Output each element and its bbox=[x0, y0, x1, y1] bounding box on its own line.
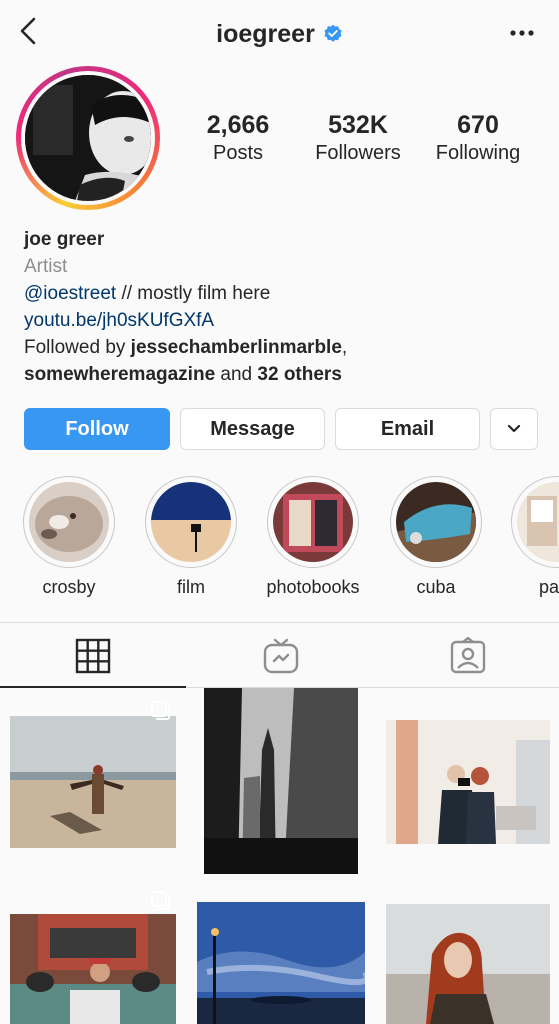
highlight-cover bbox=[396, 482, 476, 562]
highlight-item[interactable]: crosby bbox=[21, 476, 117, 598]
grid-tab-icon[interactable] bbox=[73, 636, 113, 676]
category-label: Artist bbox=[24, 256, 68, 277]
post-thumbnail[interactable] bbox=[197, 902, 365, 1024]
website-link[interactable]: youtu.be/jh0sKUfGXfA bbox=[24, 310, 214, 331]
highlight-item[interactable]: photobooks bbox=[265, 476, 361, 598]
following-count[interactable]: 670 Following bbox=[424, 110, 532, 166]
verified-badge-icon bbox=[324, 24, 342, 42]
chevron-down-icon bbox=[507, 424, 521, 433]
multiple-photos-icon bbox=[151, 701, 170, 720]
bio-mention-link[interactable]: @ioestreet bbox=[24, 283, 116, 304]
posts-count: 2,666 Posts bbox=[206, 111, 270, 164]
message-button[interactable]: Message bbox=[180, 408, 325, 450]
highlight-cover bbox=[29, 482, 109, 562]
igtv-tab-icon[interactable] bbox=[261, 636, 301, 676]
avatar-photo bbox=[25, 75, 151, 201]
follow-button[interactable]: Follow bbox=[24, 408, 170, 450]
bio-text: @ioestreet // mostly film here bbox=[24, 283, 271, 304]
highlight-cover bbox=[151, 482, 231, 562]
profile-bio: joe greer Artist @ioestreet // mostly fi… bbox=[24, 226, 544, 388]
suggested-dropdown-button[interactable] bbox=[490, 408, 538, 450]
full-name: joe greer bbox=[24, 229, 105, 250]
highlight-cover bbox=[517, 482, 559, 562]
followed-by-cont[interactable]: somewheremagazine and 32 others bbox=[24, 361, 544, 388]
highlight-item[interactable]: film bbox=[143, 476, 239, 598]
followers-count[interactable]: 532K Followers bbox=[302, 110, 414, 166]
email-button[interactable]: Email bbox=[335, 408, 480, 450]
profile-avatar[interactable] bbox=[16, 66, 160, 210]
username-title: ioegreer bbox=[216, 19, 315, 48]
post-thumbnail[interactable] bbox=[10, 716, 176, 848]
post-thumbnail[interactable] bbox=[386, 904, 550, 1024]
highlight-cover bbox=[273, 482, 353, 562]
tagged-tab-icon[interactable] bbox=[448, 636, 488, 676]
active-tab-indicator bbox=[0, 686, 186, 688]
post-thumbnail[interactable] bbox=[386, 720, 550, 844]
post-thumbnail[interactable] bbox=[10, 914, 176, 1024]
more-options-icon[interactable] bbox=[507, 22, 537, 44]
highlight-item[interactable]: pa bbox=[511, 476, 559, 598]
profile-header: ioegreer bbox=[0, 16, 559, 52]
multiple-photos-icon bbox=[151, 891, 170, 910]
followed-by[interactable]: Followed by jessechamberlinmarble, bbox=[24, 334, 544, 361]
highlight-item[interactable]: cuba bbox=[388, 476, 484, 598]
post-thumbnail[interactable] bbox=[204, 688, 358, 874]
